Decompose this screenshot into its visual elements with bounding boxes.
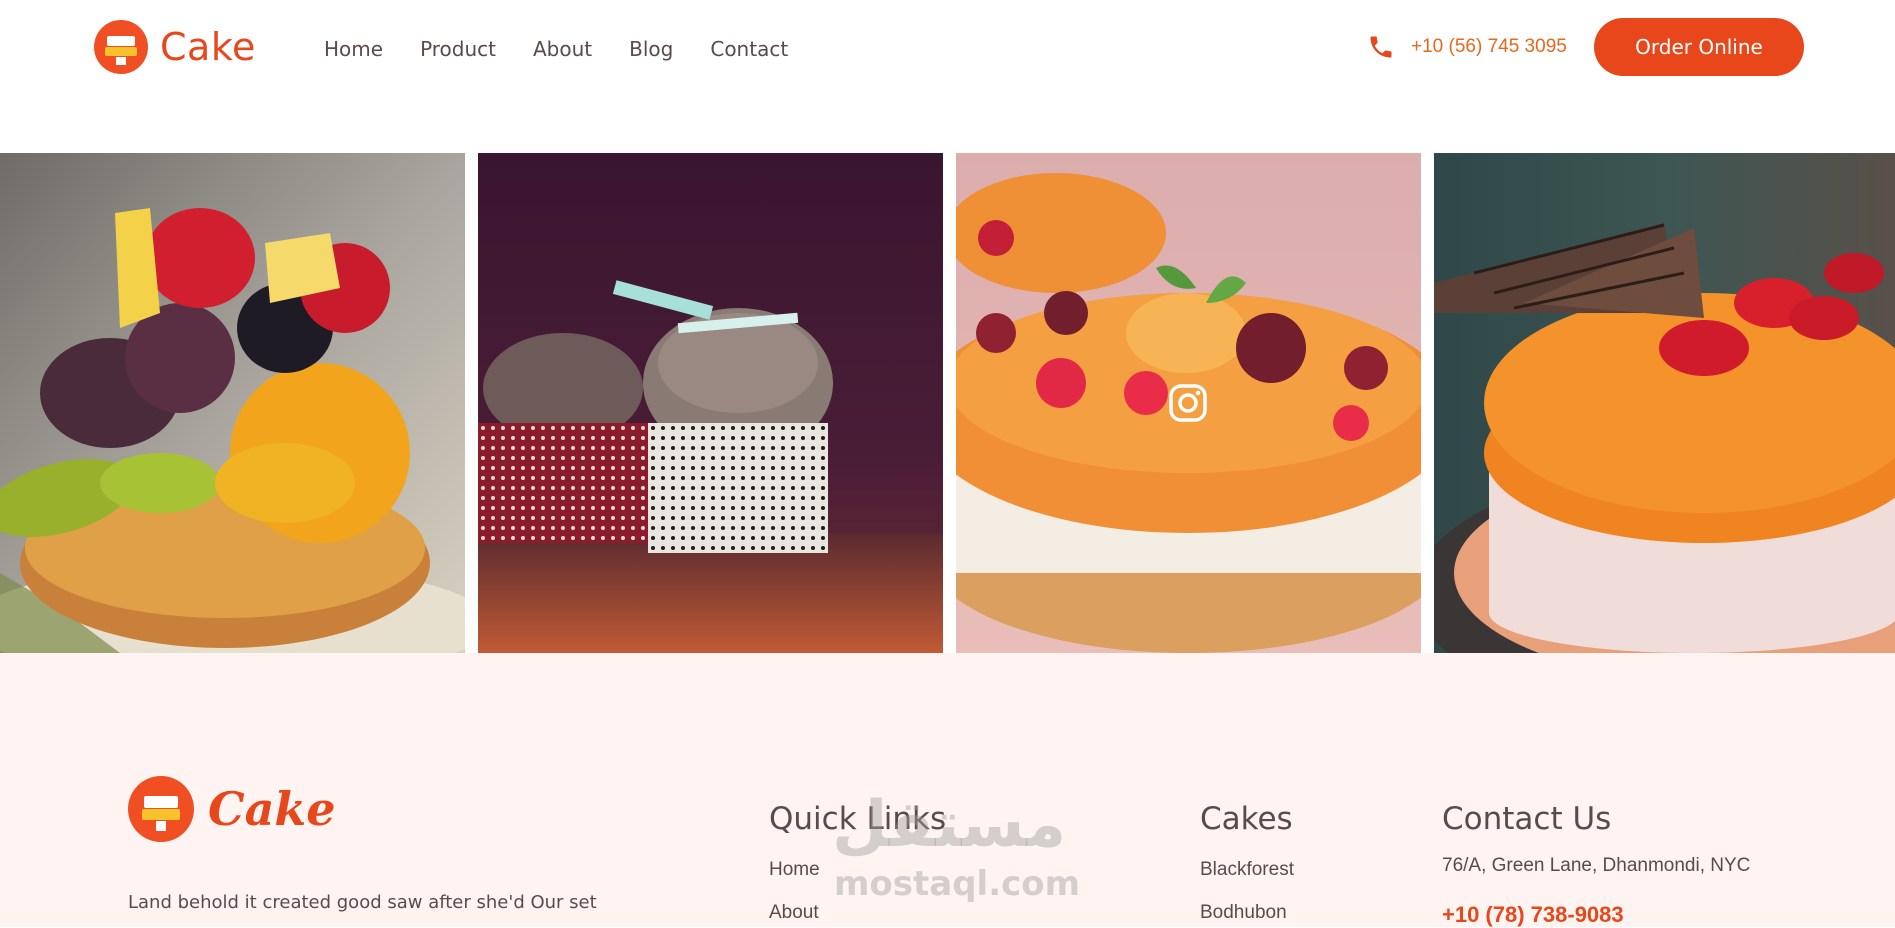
cake-logo-icon xyxy=(94,20,148,74)
cakes-title: Cakes xyxy=(1200,801,1293,837)
footer-link-about[interactable]: About xyxy=(769,902,819,924)
footer-contact: Contact Us 76/A, Green Lane, Dhanmondi, … xyxy=(1442,801,1750,927)
footer-brand-name: Cake xyxy=(208,782,336,836)
nav-blog[interactable]: Blog xyxy=(629,37,673,61)
brand-logo[interactable]: Cake xyxy=(94,20,256,74)
contact-title: Contact Us xyxy=(1442,801,1612,837)
watermark-latin: mostaql.com xyxy=(834,864,1081,904)
footer-link-home[interactable]: Home xyxy=(769,859,820,881)
phone-icon xyxy=(1367,33,1395,61)
gallery-image-fruit-cheesecake[interactable] xyxy=(956,153,1421,653)
header-phone-number: +10 (56) 745 3095 xyxy=(1411,36,1567,57)
site-header: Cake Home Product About Blog Contact +10… xyxy=(0,0,1895,100)
instagram-gallery xyxy=(0,153,1895,653)
footer-cakes: Cakes Blackforest Bodhubon xyxy=(1200,801,1294,923)
cake-logo-icon xyxy=(128,776,194,842)
brand-name: Cake xyxy=(160,25,256,69)
contact-phone[interactable]: +10 (78) 738-9083 xyxy=(1442,902,1624,928)
gallery-image-orange-glazed-cake[interactable] xyxy=(1434,153,1895,653)
footer-link-bodhubon[interactable]: Bodhubon xyxy=(1200,902,1287,924)
footer-description: Land behold it created good saw after sh… xyxy=(128,892,597,913)
nav-home[interactable]: Home xyxy=(324,37,383,61)
order-online-button[interactable]: Order Online xyxy=(1594,18,1804,76)
nav-product[interactable]: Product xyxy=(420,37,496,61)
contact-address: 76/A, Green Lane, Dhanmondi, NYC xyxy=(1442,855,1751,876)
footer-link-blackforest[interactable]: Blackforest xyxy=(1200,859,1294,881)
gallery-image-cupcakes[interactable] xyxy=(478,153,943,653)
footer-logo[interactable]: Cake xyxy=(128,776,336,842)
nav-about[interactable]: About xyxy=(533,37,592,61)
watermark-arabic: مستقل xyxy=(832,788,1067,862)
gallery-image-fruit-tart[interactable] xyxy=(0,153,465,653)
nav-contact[interactable]: Contact xyxy=(710,37,788,61)
instagram-icon[interactable] xyxy=(1168,383,1208,423)
main-nav: Home Product About Blog Contact xyxy=(324,37,825,61)
header-phone[interactable]: +10 (56) 745 3095 xyxy=(1367,33,1567,61)
